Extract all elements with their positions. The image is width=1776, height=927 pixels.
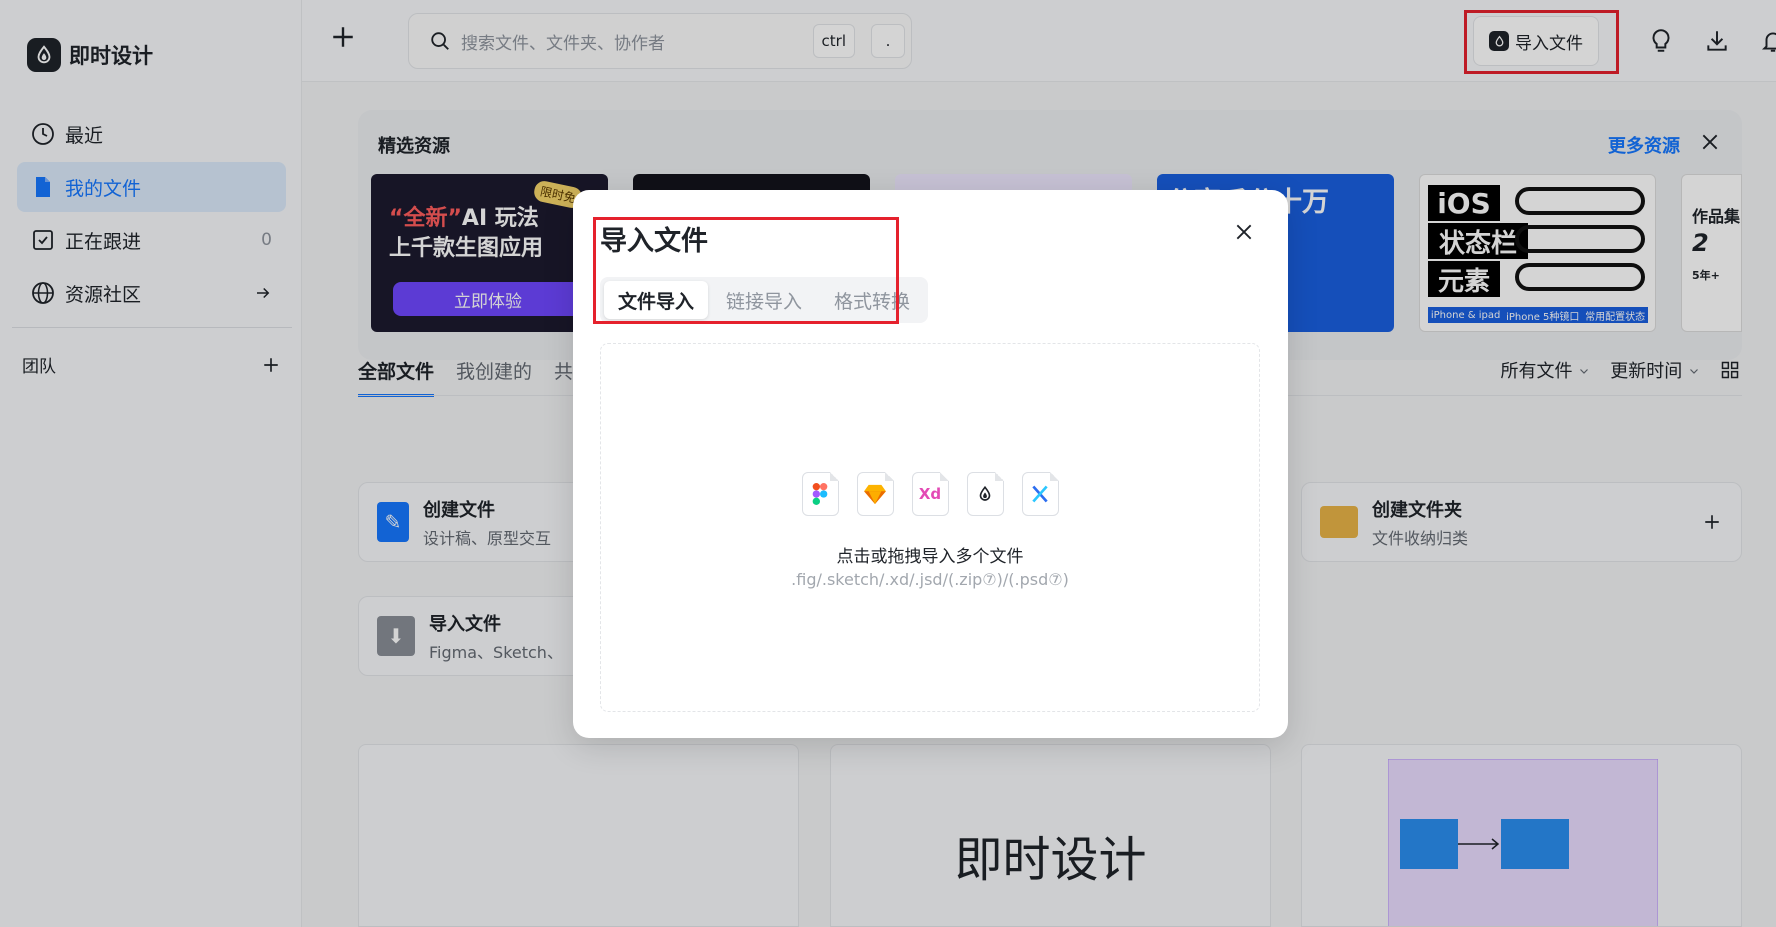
drop-instruction: 点击或拖拽导入多个文件 bbox=[836, 547, 1024, 567]
xd-icon: Xd bbox=[911, 472, 949, 516]
supported-format-icons: Xd bbox=[601, 472, 1259, 516]
close-icon bbox=[1236, 224, 1252, 240]
xd-label: Xd bbox=[918, 485, 942, 503]
dialog-close-button[interactable] bbox=[1234, 222, 1254, 248]
supported-formats-hint: .fig/.sketch/.xd/.jsd/(.zip⑦)/(.psd⑦) bbox=[791, 570, 1069, 589]
import-dialog: 导入文件 文件导入 链接导入 格式转换 Xd 点击或拖拽导入多个文件 .fig/… bbox=[573, 190, 1288, 738]
highlight-box-dialog-header bbox=[593, 217, 899, 324]
figma-icon bbox=[801, 472, 839, 516]
file-dropzone[interactable]: Xd 点击或拖拽导入多个文件 .fig/.sketch/.xd/.jsd/(.z… bbox=[600, 343, 1260, 712]
sketch-icon bbox=[856, 472, 894, 516]
axure-icon bbox=[1021, 472, 1059, 516]
jsd-icon bbox=[966, 472, 1004, 516]
